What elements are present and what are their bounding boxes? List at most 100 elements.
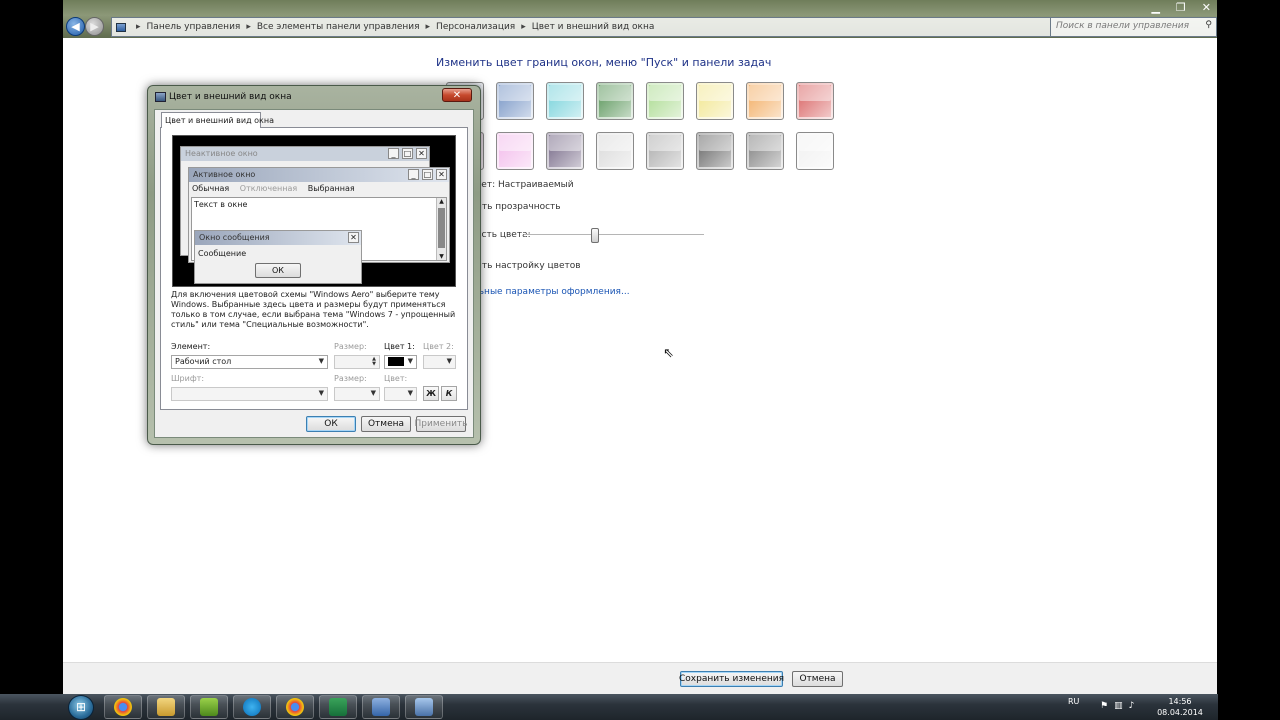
minimize-button[interactable]: ▁ (1151, 1, 1159, 14)
color-swatch[interactable] (596, 132, 634, 170)
maximize-button[interactable]: ❐ (1176, 1, 1186, 14)
color-swatch[interactable] (596, 82, 634, 120)
dialog-cancel-button[interactable]: Отмена (361, 416, 411, 432)
font-size-label: Размер: (334, 374, 367, 383)
breadcrumb-item-personalization[interactable]: Персонализация (436, 22, 515, 32)
save-changes-button[interactable]: Сохранить изменения (679, 671, 784, 687)
color-swatch[interactable] (796, 82, 834, 120)
breadcrumb-item-all-items[interactable]: Все элементы панели управления (257, 22, 420, 32)
breadcrumb-item-window-color[interactable]: Цвет и внешний вид окна (532, 22, 655, 32)
breadcrumb-arrow-icon[interactable]: ▸ (426, 22, 431, 32)
bold-button[interactable]: Ж (423, 386, 439, 401)
skype-icon (243, 698, 261, 716)
cancel-button[interactable]: Отмена (792, 671, 843, 687)
tray-icons: ⚑ ▥ ♪ (1100, 701, 1134, 711)
preview-inactive-controls: _ □ ✕ (388, 148, 427, 159)
tab-window-color[interactable]: Цвет и внешний вид окна (161, 112, 274, 128)
taskbar-button[interactable] (362, 695, 400, 719)
show-desktop-area[interactable] (1218, 694, 1280, 720)
color-swatch[interactable] (646, 82, 684, 120)
color-swatch[interactable] (646, 132, 684, 170)
element-select[interactable]: Рабочий стол ▼ (171, 355, 328, 369)
color1-picker[interactable]: ▼ (384, 355, 417, 369)
page-title: Изменить цвет границ окон, меню "Пуск" и… (436, 56, 772, 69)
volume-icon[interactable]: ♪ (1129, 701, 1135, 711)
font-size-select[interactable]: ▼ (334, 387, 380, 401)
close-button[interactable]: ✕ (1202, 1, 1211, 14)
control-panel-icon (116, 22, 126, 32)
swatch-gloss (799, 135, 831, 152)
chevron-down-icon: ▼ (407, 357, 413, 365)
color-swatch[interactable] (496, 132, 534, 170)
aero-description: Для включения цветовой схемы "Windows Ae… (171, 290, 456, 329)
breadcrumb-item-control-panel[interactable]: Панель управления (147, 22, 241, 32)
intensity-slider-thumb[interactable] (591, 228, 599, 243)
dialog-ok-button[interactable]: ОК (306, 416, 356, 432)
color-swatch[interactable] (496, 82, 534, 120)
advanced-settings-link[interactable]: льные параметры оформления... (473, 287, 630, 297)
taskbar-button[interactable] (405, 695, 443, 719)
breadcrumb-arrow-icon[interactable]: ▸ (521, 22, 526, 32)
clock-time: 14:56 (1168, 697, 1192, 706)
color-label: вет: Настраиваемый (476, 180, 574, 190)
taskbar-button[interactable] (104, 695, 142, 719)
search-icon[interactable]: ⚲ (1205, 20, 1212, 30)
chevron-down-icon: ▼ (446, 357, 452, 365)
scroll-down-icon[interactable]: ▼ (437, 253, 446, 260)
preview-menu-normal[interactable]: Обычная (192, 184, 229, 193)
taskbar-button[interactable] (190, 695, 228, 719)
color2-picker[interactable]: ▼ (423, 355, 456, 369)
color-swatch[interactable] (746, 82, 784, 120)
element-label: Элемент: (171, 342, 211, 351)
color-swatch[interactable] (746, 132, 784, 170)
font-select[interactable]: ▼ (171, 387, 328, 401)
preview-msgbox-title: Окно сообщения (195, 231, 361, 245)
explorer-icon (157, 698, 175, 716)
clock[interactable]: 14:56 08.04.2014 (1155, 696, 1205, 718)
color-mixer-toggle[interactable]: ить настройку цветов (476, 261, 581, 271)
color-swatch[interactable] (546, 132, 584, 170)
tab-panel: Неактивное окно _ □ ✕ Активное окно _ □ ✕ Об… (160, 127, 468, 410)
scroll-up-icon[interactable]: ▲ (437, 198, 446, 205)
mouse-cursor-icon: ⇖ (663, 346, 674, 361)
preview-msgbox-controls: ✕ (348, 232, 359, 243)
size-stepper[interactable]: ▲ ▼ (334, 355, 380, 369)
window-controls: ▁ ❐ ✕ (1151, 1, 1211, 14)
breadcrumb-arrow-icon[interactable]: ▸ (136, 22, 141, 32)
back-button[interactable]: ◀ (66, 17, 85, 36)
taskbar-button[interactable] (147, 695, 185, 719)
forward-button[interactable]: ▶ (85, 17, 104, 36)
language-indicator[interactable]: RU (1068, 697, 1079, 706)
dialog-close-button[interactable]: ✕ (442, 88, 472, 102)
color2-label: Цвет 2: (423, 342, 454, 351)
intensity-slider-track[interactable] (524, 234, 704, 236)
scroll-thumb[interactable] (438, 208, 445, 248)
italic-button[interactable]: К (441, 386, 457, 401)
taskbar-button[interactable] (319, 695, 357, 719)
preview-msgbox-text: Сообщение (198, 249, 247, 258)
chrome-icon (286, 698, 304, 716)
preview-scrollbar[interactable]: ▲ ▼ (436, 198, 446, 260)
taskbar-button[interactable] (276, 695, 314, 719)
color-swatch[interactable] (696, 132, 734, 170)
chevron-down-icon: ▼ (318, 357, 324, 365)
preview-msgbox-ok-button[interactable]: ОК (255, 263, 301, 278)
preview-menu-disabled[interactable]: Отключенная (240, 184, 297, 193)
flag-icon[interactable]: ⚑ (1100, 701, 1108, 711)
dialog-apply-button[interactable]: Применить (415, 416, 467, 432)
color-swatch[interactable] (696, 82, 734, 120)
chrome-icon (114, 698, 132, 716)
transparency-checkbox-label[interactable]: ить прозрачность (476, 202, 561, 212)
network-icon[interactable]: ▥ (1114, 701, 1123, 711)
preview-message-box[interactable]: Окно сообщения ✕ Сообщение ОК (194, 230, 362, 284)
breadcrumb-arrow-icon[interactable]: ▸ (246, 22, 251, 32)
color-swatch[interactable] (796, 132, 834, 170)
start-button[interactable]: ⊞ (68, 695, 94, 720)
excel-icon (329, 698, 347, 716)
taskbar-button[interactable] (233, 695, 271, 719)
preview-menu-selected[interactable]: Выбранная (308, 184, 355, 193)
preview-area[interactable]: Неактивное окно _ □ ✕ Активное окно _ □ ✕ Об… (172, 135, 456, 287)
search-input[interactable]: Поиск в панели управления ⚲ (1050, 17, 1217, 37)
font-color-picker[interactable]: ▼ (384, 387, 417, 401)
color-swatch[interactable] (546, 82, 584, 120)
